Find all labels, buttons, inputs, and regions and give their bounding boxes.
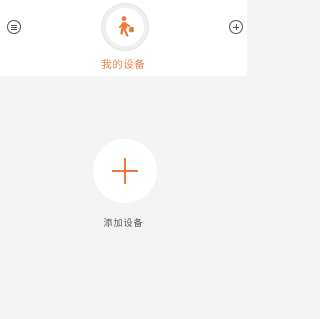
avatar-inner — [106, 8, 144, 46]
plus-circle-icon[interactable] — [229, 20, 243, 34]
avatar[interactable] — [102, 4, 148, 50]
add-device-label: 添加设备 — [103, 219, 144, 229]
plus-icon-stroke — [236, 24, 237, 30]
menu-icon-line — [11, 24, 17, 26]
menu-icon-line — [11, 28, 17, 30]
plus-icon — [124, 158, 126, 184]
menu-icon-line — [11, 26, 17, 28]
add-device-button[interactable] — [93, 139, 157, 203]
menu-icon[interactable] — [7, 20, 21, 34]
page-title: 我的设备 — [101, 60, 146, 71]
top-bar: 我的设备 — [0, 0, 247, 76]
walking-person-icon — [118, 16, 134, 37]
